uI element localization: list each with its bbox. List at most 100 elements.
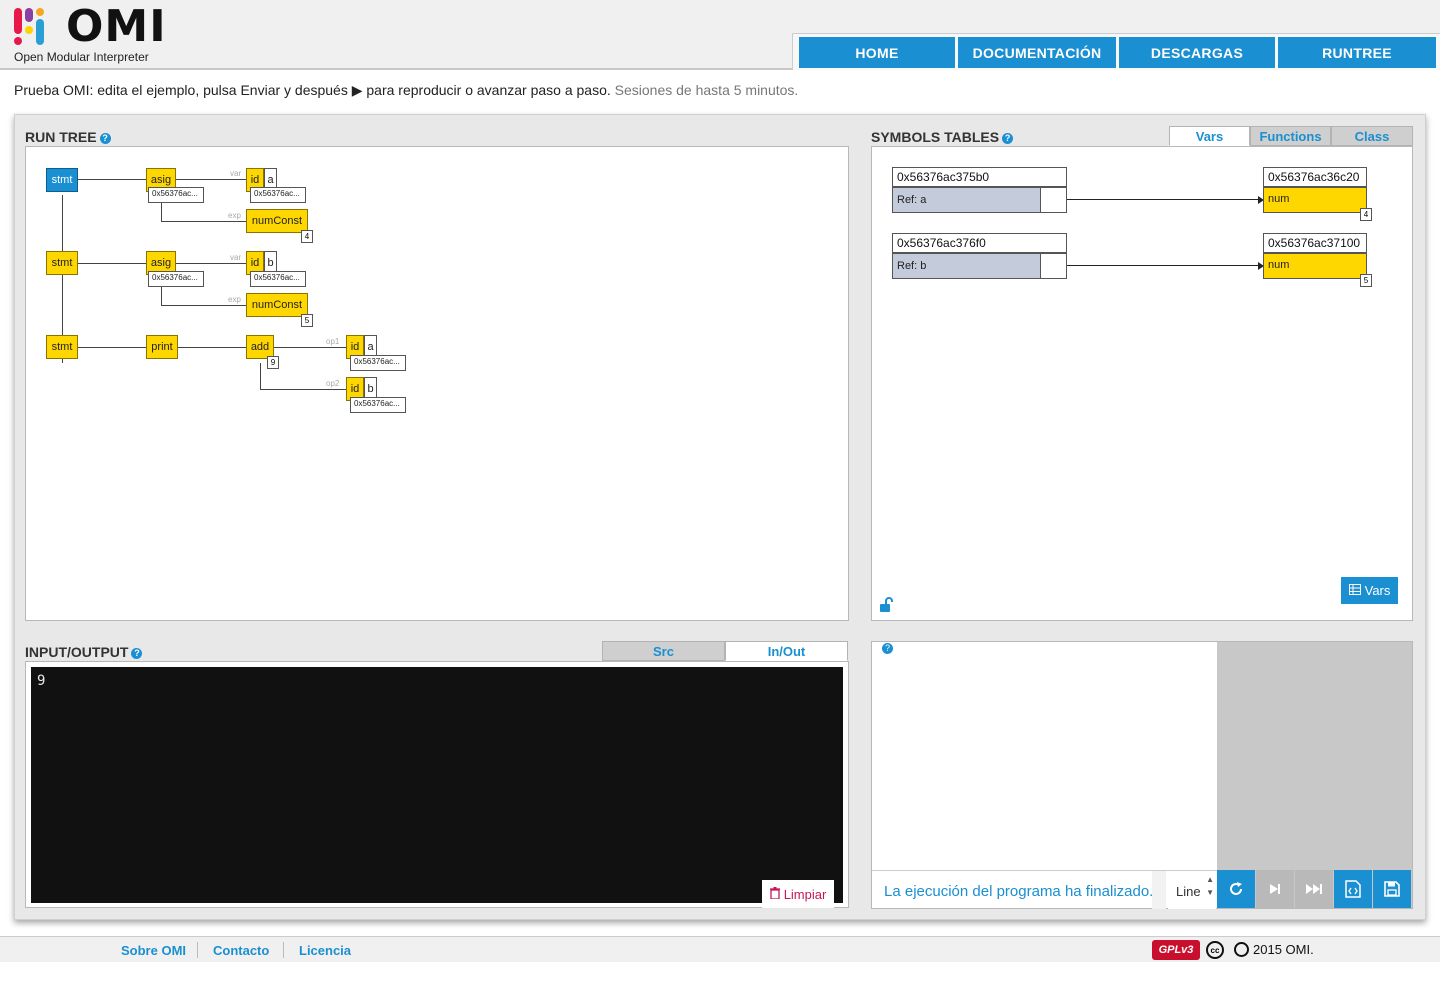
- tree-node-ref: 0x56376ac...: [350, 397, 406, 413]
- tree-edge: [260, 363, 261, 389]
- symbol-ref[interactable]: Ref: a: [892, 187, 1041, 213]
- save-button[interactable]: [1373, 870, 1411, 908]
- reload-button[interactable]: [1217, 870, 1255, 908]
- trash-icon: [769, 886, 780, 902]
- io-tabs: Src In/Out: [602, 641, 848, 661]
- intro-muted: Sesiones de hasta 5 minutos.: [614, 82, 799, 98]
- gpl-logo-text: GPLv3: [1158, 944, 1194, 956]
- footer-link-contacto[interactable]: Contacto: [213, 943, 269, 958]
- run-tree-title: RUN TREE?: [25, 129, 111, 145]
- symbols-canvas[interactable]: 0x56376ac375b0 Ref: a 0x56376ac36c20 num…: [871, 146, 1413, 621]
- symbols-title: SYMBOLS TABLES?: [871, 129, 1014, 145]
- io-title-text: INPUT/OUTPUT: [25, 644, 129, 660]
- edge-label-exp: exp: [228, 211, 241, 220]
- symbol-type: num: [1263, 187, 1367, 213]
- footer-divider: [197, 942, 198, 958]
- save-icon: [1384, 881, 1400, 897]
- status-scrollbar[interactable]: [1152, 871, 1166, 909]
- tree-node-ref: 0x56376ac...: [148, 271, 204, 287]
- tab-class[interactable]: Class: [1331, 126, 1413, 146]
- tab-src[interactable]: Src: [602, 641, 725, 661]
- spinner-down-icon[interactable]: ▼: [1206, 888, 1214, 897]
- clear-button[interactable]: Limpiar: [762, 880, 834, 908]
- help-icon[interactable]: ?: [1002, 132, 1014, 144]
- fast-forward-icon: [1306, 884, 1322, 894]
- tree-edge: [78, 347, 146, 348]
- help-icon[interactable]: ?: [99, 132, 111, 144]
- logo-wordmark: OMI: [66, 1, 167, 52]
- step-icon: [1270, 884, 1280, 894]
- tree-node-value: 4: [301, 230, 313, 243]
- symbol-value: 5: [1360, 274, 1372, 287]
- tree-node-numconst[interactable]: numConst: [246, 209, 308, 233]
- tree-node-stmt[interactable]: stmt: [46, 335, 78, 359]
- status-bar: La ejecución del programa ha finalizado.…: [872, 870, 1217, 909]
- edge-label-op1: op1: [326, 337, 340, 346]
- symbols-tabs: Vars Functions Class: [1169, 126, 1413, 146]
- footer: Sobre OMI Contacto Licencia GPLv3 cc 201…: [0, 936, 1440, 962]
- clear-button-label: Limpiar: [783, 886, 827, 902]
- spinner-up-icon[interactable]: ▲: [1206, 875, 1214, 884]
- edge-label-exp: exp: [228, 295, 241, 304]
- nav-descargas[interactable]: DESCARGAS: [1119, 37, 1275, 68]
- tree-node-value: 9: [267, 356, 279, 369]
- footer-link-licencia[interactable]: Licencia: [299, 943, 351, 958]
- symbols-title-text: SYMBOLS TABLES: [871, 129, 1000, 145]
- nav-documentacion[interactable]: DOCUMENTACIÓN: [958, 37, 1116, 68]
- unlock-icon[interactable]: [878, 597, 894, 613]
- intro-text: Prueba OMI: edita el ejemplo, pulsa Envi…: [14, 82, 798, 99]
- workspace: RUN TREE? stmt asig 0x56376ac... var id …: [14, 114, 1426, 920]
- tab-vars[interactable]: Vars: [1169, 126, 1250, 146]
- tree-node-ref: 0x56376ac...: [350, 355, 406, 371]
- symbol-ref[interactable]: Ref: b: [892, 253, 1041, 279]
- footer-divider: [283, 942, 284, 958]
- tree-edge: [178, 347, 246, 348]
- symbol-address: 0x56376ac375b0: [892, 167, 1067, 187]
- console-output[interactable]: 9: [31, 667, 843, 903]
- reload-icon: [1230, 882, 1242, 895]
- help-icon[interactable]: ?: [131, 647, 143, 659]
- tree-node-stmt[interactable]: stmt: [46, 251, 78, 275]
- edge-label-var: var: [230, 253, 242, 262]
- run-tree-title-text: RUN TREE: [25, 129, 97, 145]
- tree-edge: [176, 263, 246, 264]
- vars-button-label: Vars: [1364, 583, 1391, 598]
- symbol-target-address: 0x56376ac36c20: [1263, 167, 1367, 187]
- symbol-pointer-cell: [1040, 253, 1067, 279]
- execution-status: La ejecución del programa ha finalizado.: [884, 883, 1154, 900]
- tree-node-stmt[interactable]: stmt: [46, 168, 78, 192]
- tab-functions[interactable]: Functions: [1250, 126, 1331, 146]
- fast-forward-button[interactable]: [1295, 870, 1333, 908]
- step-button[interactable]: [1256, 870, 1294, 908]
- table-icon: [1348, 583, 1361, 598]
- editor-area[interactable]: ?: [872, 642, 1217, 870]
- tab-inout[interactable]: In/Out: [725, 641, 848, 661]
- code-button[interactable]: [1334, 870, 1372, 908]
- run-tree-canvas[interactable]: stmt asig 0x56376ac... var id a 0x56376a…: [25, 146, 849, 621]
- vars-button[interactable]: Vars: [1341, 577, 1398, 604]
- io-title: INPUT/OUTPUT?: [25, 644, 143, 660]
- creative-commons-icon[interactable]: cc: [1206, 941, 1224, 959]
- tree-edge: [274, 347, 346, 348]
- footer-link-sobre[interactable]: Sobre OMI: [121, 943, 186, 958]
- tree-edge: [161, 202, 162, 221]
- symbol-value: 4: [1360, 208, 1372, 221]
- step-mode-select[interactable]: Line ▲ ▼: [1168, 871, 1216, 909]
- app-root: OMI Open Modular Interpreter HOME DOCUME…: [0, 0, 1440, 1000]
- tree-edge: [176, 179, 246, 180]
- code-icon: [1345, 880, 1361, 898]
- tree-edge: [161, 305, 246, 306]
- copyright-icon: [1234, 942, 1249, 957]
- tree-node-numconst[interactable]: numConst: [246, 293, 308, 317]
- logo[interactable]: OMI Open Modular Interpreter: [14, 2, 166, 66]
- tree-edge: [161, 221, 246, 222]
- symbol-pointer-cell: [1040, 187, 1067, 213]
- nav-runtree[interactable]: RUNTREE: [1278, 37, 1436, 68]
- logo-subtitle: Open Modular Interpreter: [14, 50, 149, 64]
- symbol-target-address: 0x56376ac37100: [1263, 233, 1367, 253]
- tree-edge: [78, 179, 146, 180]
- help-icon[interactable]: ?: [882, 643, 893, 654]
- tree-node-print[interactable]: print: [146, 335, 178, 359]
- gpl-logo[interactable]: GPLv3: [1152, 940, 1200, 960]
- nav-home[interactable]: HOME: [799, 37, 955, 68]
